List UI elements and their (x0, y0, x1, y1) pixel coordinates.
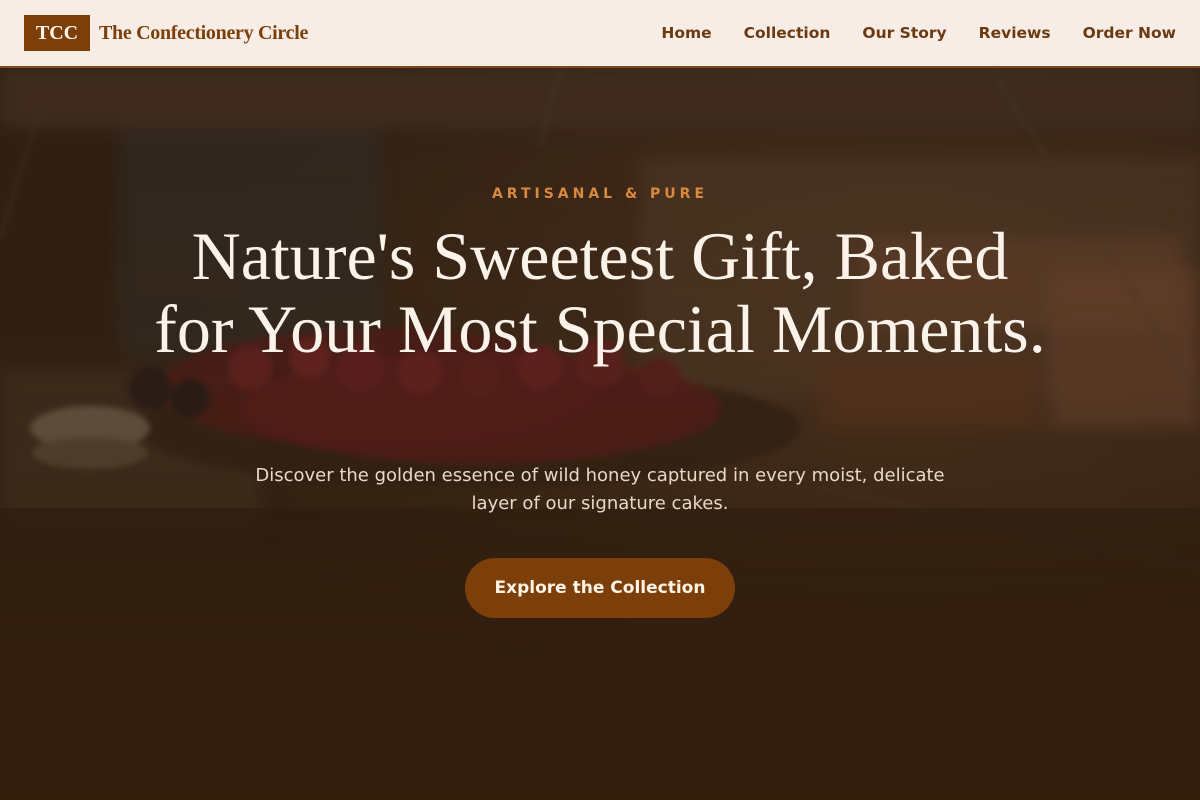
hero-headline: Nature's Sweetest Gift, Baked for Your M… (154, 218, 1046, 367)
nav-link-collection[interactable]: Collection (744, 24, 831, 42)
nav-link-home[interactable]: Home (661, 24, 711, 42)
nav-link-order-now[interactable]: Order Now (1083, 24, 1176, 42)
explore-collection-button[interactable]: Explore the Collection (465, 558, 735, 618)
hero-content: ARTISANAL & PURE Nature's Sweetest Gift,… (0, 68, 1200, 800)
brand[interactable]: TCC The Confectionery Circle (24, 15, 308, 51)
nav-link-our-story[interactable]: Our Story (862, 24, 946, 42)
hero-eyebrow: ARTISANAL & PURE (491, 186, 709, 202)
site-header: TCC The Confectionery Circle Home Collec… (0, 0, 1200, 68)
hero-subtext: Discover the golden essence of wild hone… (255, 465, 945, 514)
main-nav: Home Collection Our Story Reviews Order … (661, 24, 1176, 42)
logo-badge[interactable]: TCC (24, 15, 90, 51)
nav-link-reviews[interactable]: Reviews (979, 24, 1051, 42)
brand-name[interactable]: The Confectionery Circle (99, 22, 308, 45)
hero-section: ARTISANAL & PURE Nature's Sweetest Gift,… (0, 68, 1200, 800)
